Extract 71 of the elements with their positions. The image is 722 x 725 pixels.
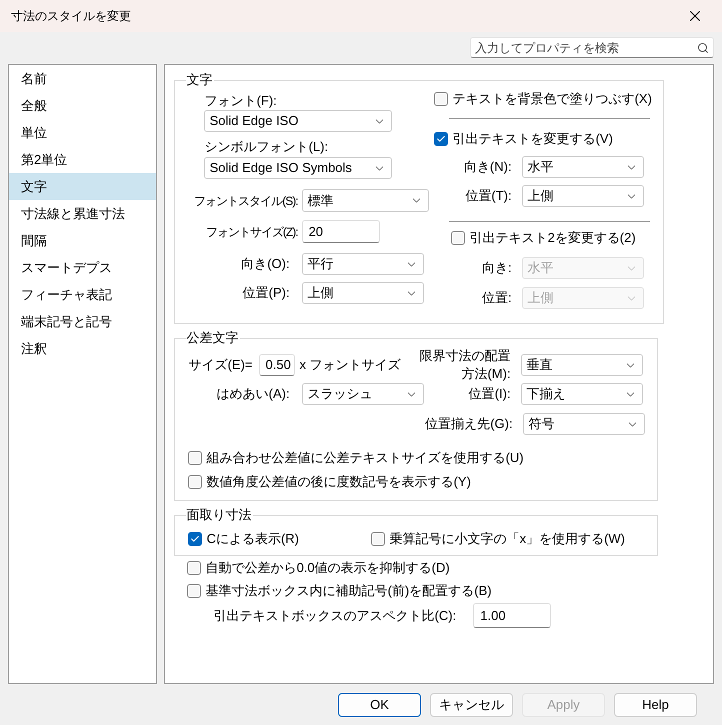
field-label: サイズ(E)=: [188, 356, 252, 374]
sidebar-item[interactable]: スマートデプス: [9, 254, 156, 281]
dropdown[interactable]: 上側: [522, 185, 644, 207]
field-label: フォント(F):: [204, 93, 278, 109]
checkbox-label: 乗算記号に小文字の「x」を使用する(W): [390, 530, 626, 548]
field-label: 引出テキストボックスのアスペクト比(C):: [214, 606, 456, 625]
check-icon: [436, 134, 446, 144]
field-label: はめあい(A):: [216, 385, 290, 404]
field-label: 向き(O):: [240, 255, 290, 274]
field-label: 位置(T):: [464, 187, 512, 206]
field-label: シンボルフォント(L):: [204, 139, 330, 155]
dialog-button[interactable]: Help: [614, 692, 697, 716]
dropdown[interactable]: 上側: [302, 282, 424, 304]
checkbox[interactable]: [188, 532, 202, 546]
field-label: 限界寸法の配置方法(M):: [418, 347, 511, 383]
checkbox-label: 自動で公差から0.0値の表示を抑制する(D): [206, 559, 450, 578]
checkbox-label: 基準寸法ボックス内に補助記号(前)を配置する(B): [206, 582, 492, 600]
field-label: 向き(N):: [462, 158, 512, 176]
checkbox-label: 引出テキストを変更する(V): [452, 130, 613, 148]
field-label: 位置揃え先(G):: [424, 415, 513, 434]
dialog-button[interactable]: OK: [338, 692, 421, 716]
unit-label: x フォントサイズ: [300, 356, 401, 374]
field-label: フォントスタイル(S):: [193, 192, 298, 210]
checkbox[interactable]: [450, 231, 465, 245]
field-label: 向き:: [480, 259, 512, 278]
checkbox[interactable]: [186, 584, 201, 598]
checkbox-label: テキストを背景色で塗りつぶす(X): [452, 90, 652, 108]
sidebar-item[interactable]: 寸法線と累進寸法: [9, 200, 156, 227]
dropdown[interactable]: 水平: [522, 156, 644, 178]
sidebar-item[interactable]: 注釈: [9, 335, 156, 362]
checkbox-label: 引出テキスト2を変更する(2): [470, 229, 636, 248]
field-label: 位置(P):: [242, 284, 290, 302]
dialog-button[interactable]: キャンセル: [430, 692, 513, 716]
checkbox[interactable]: [370, 532, 385, 546]
window-title: 寸法のスタイルを変更: [11, 8, 131, 25]
checkbox-label: 数値角度公差値の後に度数記号を表示する(Y): [206, 473, 471, 492]
field-label: フォントサイズ(Z):: [204, 224, 298, 240]
sidebar-item[interactable]: 文字: [9, 173, 156, 200]
checkbox-label: Cによる表示(R): [206, 530, 300, 548]
dropdown[interactable]: 垂直: [520, 354, 643, 376]
dropdown[interactable]: 平行: [302, 253, 424, 275]
dropdown[interactable]: 標準: [302, 189, 429, 212]
dropdown[interactable]: 下揃え: [520, 383, 643, 405]
input-field[interactable]: 1.00: [473, 603, 552, 628]
checkbox[interactable]: [188, 451, 202, 465]
sidebar-item[interactable]: 名前: [9, 65, 156, 92]
dropdown[interactable]: Solid Edge ISO: [204, 110, 392, 132]
dropdown[interactable]: Solid Edge ISO Symbols: [204, 157, 392, 179]
group-title: 面取り寸法: [186, 507, 253, 523]
sidebar-item[interactable]: 全般: [9, 92, 156, 119]
search-icon[interactable]: [697, 42, 709, 54]
group-title: 公差文字: [186, 330, 240, 346]
check-icon: [190, 534, 200, 544]
search-field[interactable]: 入力してプロパティを検索: [470, 37, 714, 58]
checkbox[interactable]: [434, 132, 448, 146]
sidebar-item[interactable]: 間隔: [9, 227, 156, 254]
dropdown[interactable]: スラッシュ: [302, 383, 424, 405]
field-label: 位置:: [480, 289, 512, 308]
sidebar-item[interactable]: 端末記号と記号: [9, 308, 156, 335]
group-title: 文字: [186, 72, 214, 88]
checkbox[interactable]: [188, 475, 202, 489]
sidebar-item[interactable]: 第2単位: [9, 146, 156, 173]
field-label: 位置(I):: [468, 385, 511, 404]
sidebar-item[interactable]: 単位: [9, 119, 156, 146]
input-field[interactable]: 0.50: [258, 354, 294, 376]
dropdown[interactable]: 符号: [522, 413, 645, 435]
checkbox[interactable]: [434, 92, 448, 106]
checkbox-label: 組み合わせ公差値に公差テキストサイズを使用する(U): [206, 449, 524, 468]
sidebar-item[interactable]: フィーチャ表記: [9, 281, 156, 308]
input-field[interactable]: 20: [302, 220, 380, 243]
checkbox[interactable]: [186, 561, 201, 575]
